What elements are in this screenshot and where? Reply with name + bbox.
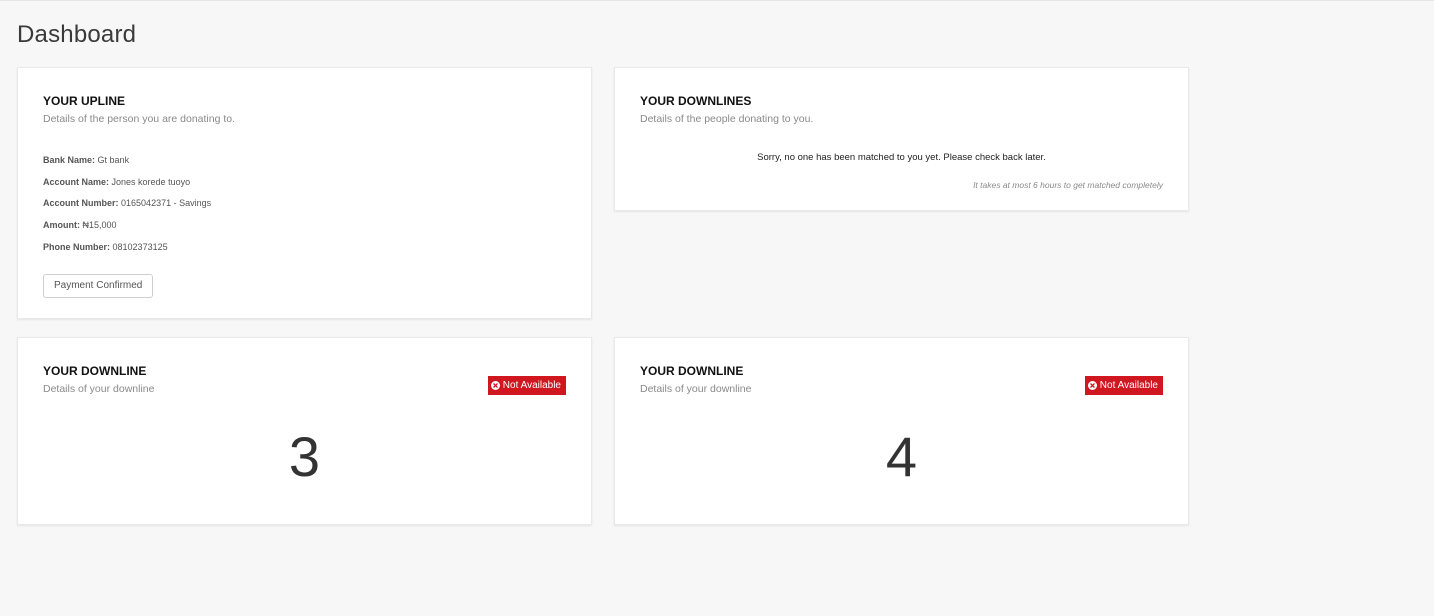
downlines-card-subtitle: Details of the people donating to you. — [640, 113, 814, 125]
times-circle-icon — [1087, 381, 1097, 390]
detail-label: Phone Number: — [43, 242, 111, 252]
downline-card-4: YOUR DOWNLINE Details of your downline N… — [614, 337, 1189, 525]
detail-label: Account Number: — [43, 198, 119, 208]
upline-card-subtitle: Details of the person you are donating t… — [43, 113, 236, 125]
page-title: Dashboard — [17, 21, 137, 48]
detail-label: Amount: — [43, 220, 80, 230]
downline-number: 3 — [288, 425, 321, 488]
times-circle-icon — [490, 381, 500, 390]
downline-card-title: YOUR DOWNLINE — [640, 364, 744, 378]
not-available-badge: Not Available — [1084, 376, 1163, 395]
detail-phone-number: Phone Number: 08102373125 — [43, 242, 168, 252]
detail-label: Account Name: — [43, 177, 110, 187]
detail-account-name: Account Name: Jones korede tuoyo — [43, 177, 190, 187]
detail-value: 08102373125 — [112, 242, 168, 252]
badge-label: Not Available — [502, 380, 561, 391]
downline-card-title: YOUR DOWNLINE — [43, 364, 147, 378]
empty-match-message: Sorry, no one has been matched to you ye… — [757, 152, 1046, 163]
downline-card-subtitle: Details of your downline — [43, 383, 155, 395]
detail-value: Jones korede tuoyo — [111, 177, 191, 187]
downline-card-subtitle: Details of your downline — [640, 383, 752, 395]
upline-card: YOUR UPLINE Details of the person you ar… — [17, 67, 592, 319]
badge-label: Not Available — [1099, 380, 1158, 391]
detail-label: Bank Name: — [43, 155, 96, 165]
downlines-card: YOUR DOWNLINES Details of the people don… — [614, 67, 1189, 211]
detail-value: Gt bank — [97, 155, 130, 165]
downlines-card-title: YOUR DOWNLINES — [640, 94, 752, 108]
not-available-badge: Not Available — [487, 376, 566, 395]
top-divider — [0, 0, 1434, 1]
detail-account-number: Account Number: 0165042371 - Savings — [43, 198, 211, 208]
match-time-note: It takes at most 6 hours to get matched … — [973, 180, 1163, 190]
detail-amount: Amount: ₦15,000 — [43, 220, 117, 230]
payment-confirmed-button[interactable]: Payment Confirmed — [43, 274, 154, 298]
detail-value: ₦15,000 — [82, 220, 117, 230]
downline-card-3: YOUR DOWNLINE Details of your downline N… — [17, 337, 592, 525]
detail-bank-name: Bank Name: Gt bank — [43, 155, 129, 165]
downline-number: 4 — [885, 425, 918, 488]
upline-card-title: YOUR UPLINE — [43, 94, 126, 108]
detail-value: 0165042371 - Savings — [121, 198, 212, 208]
